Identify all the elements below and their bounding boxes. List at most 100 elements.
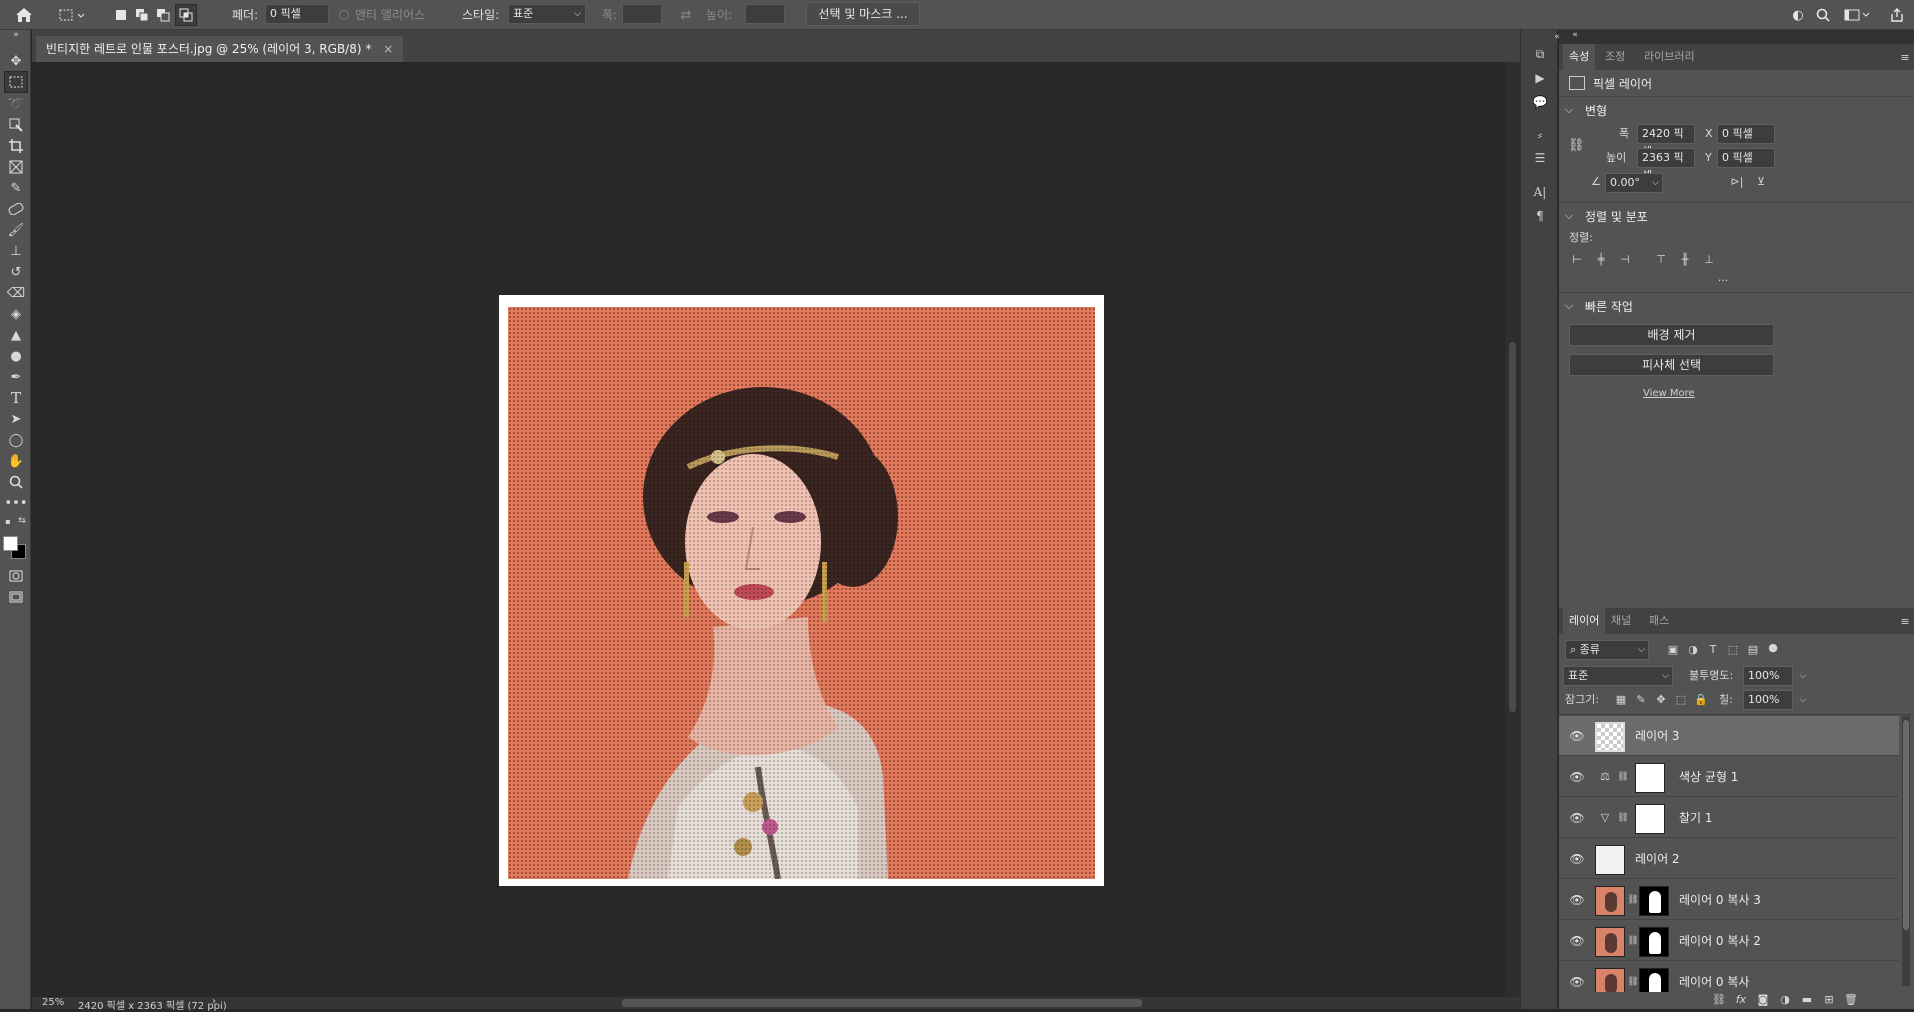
visibility-eye-icon[interactable]: 👁: [1569, 810, 1585, 826]
brush-tool-icon[interactable]: 🖌: [4, 219, 28, 241]
style-select[interactable]: 표준 ⌵: [508, 4, 586, 24]
more-options-icon[interactable]: ...: [1715, 270, 1731, 286]
search-icon[interactable]: [1812, 5, 1834, 25]
link-dimensions-icon[interactable]: ⛓: [1568, 138, 1585, 154]
filter-smartobject-icon[interactable]: ▤: [1745, 642, 1761, 658]
path-select-tool-icon[interactable]: ➤: [4, 408, 28, 430]
chevron-down-icon[interactable]: ⌵: [1561, 208, 1577, 224]
canvas-area[interactable]: [32, 62, 1505, 997]
tab-properties[interactable]: 속성: [1563, 44, 1596, 70]
new-group-icon[interactable]: ▬: [1799, 992, 1815, 1008]
lock-transparency-icon[interactable]: ▦: [1613, 692, 1629, 708]
align-right-icon[interactable]: ⊣: [1617, 252, 1633, 268]
panel-menu-icon[interactable]: ≡: [1897, 614, 1913, 630]
chevron-down-icon[interactable]: ⌵: [1795, 668, 1811, 684]
blur-tool-icon[interactable]: ▲: [4, 324, 28, 346]
tab-adjustments[interactable]: 조정: [1599, 44, 1631, 70]
panel-menu-icon[interactable]: ≡: [1897, 50, 1913, 66]
layer-name[interactable]: 레이어 3: [1635, 716, 1680, 756]
workspace-icon[interactable]: [1842, 5, 1872, 25]
select-subject-button[interactable]: 피사체 선택: [1569, 354, 1774, 376]
align-hcenter-icon[interactable]: ╪: [1593, 252, 1609, 268]
eyedropper-tool-icon[interactable]: ✎: [4, 177, 28, 199]
tab-layers[interactable]: 레이어: [1563, 608, 1606, 634]
lasso-tool-icon[interactable]: ➰: [4, 93, 28, 115]
lock-artboard-icon[interactable]: ⬚: [1673, 692, 1689, 708]
comments-icon[interactable]: 💬: [1530, 92, 1550, 112]
eraser-tool-icon[interactable]: ⌫: [4, 282, 28, 304]
home-icon[interactable]: [12, 4, 36, 26]
layer-row[interactable]: 👁 ⛓ 레이어 0 복사 2: [1559, 921, 1899, 961]
angle-field[interactable]: 0.00° ⌵: [1605, 173, 1663, 193]
more-tools-icon[interactable]: •••: [4, 492, 28, 514]
layers-scroll-thumb[interactable]: [1903, 720, 1909, 930]
dodge-tool-icon[interactable]: ●: [4, 345, 28, 367]
swap-icon[interactable]: ⇄: [676, 6, 696, 24]
healing-brush-tool-icon[interactable]: [4, 198, 28, 220]
chevron-down-icon[interactable]: ⌵: [1795, 692, 1811, 708]
width-input[interactable]: [622, 4, 662, 24]
remove-background-button[interactable]: 배경 제거: [1569, 324, 1774, 346]
object-select-tool-icon[interactable]: [4, 114, 28, 136]
status-arrow-icon[interactable]: ›: [212, 996, 216, 1007]
pen-tool-icon[interactable]: ✒: [4, 366, 28, 388]
delete-layer-icon[interactable]: 🗑: [1843, 992, 1859, 1008]
layer-name[interactable]: 찰기 1: [1679, 798, 1713, 838]
frame-tool-icon[interactable]: [4, 156, 28, 178]
history-brush-tool-icon[interactable]: ↺: [4, 261, 28, 283]
hand-tool-icon[interactable]: ✋: [4, 450, 28, 472]
actions-play-icon[interactable]: ▶: [1530, 68, 1550, 88]
intersect-selection-icon[interactable]: [175, 4, 197, 26]
chevron-down-icon[interactable]: ⌵: [1561, 298, 1577, 314]
fill-field[interactable]: 100%: [1743, 690, 1793, 710]
adjustment-sliders-icon[interactable]: ☰: [1530, 148, 1550, 168]
flip-vertical-icon[interactable]: ⊻: [1753, 174, 1769, 190]
layers-scrollbar[interactable]: [1902, 716, 1910, 986]
filter-adjustment-icon[interactable]: ◑: [1685, 642, 1701, 658]
history-icon[interactable]: ⧉: [1530, 44, 1550, 64]
marquee-preset-icon[interactable]: [56, 5, 90, 25]
layer-name[interactable]: 색상 균형 1: [1679, 757, 1738, 797]
document-tab[interactable]: 빈티지한 레트로 인물 포스터.jpg @ 25% (레이어 3, RGB/8)…: [36, 36, 404, 62]
align-vcenter-icon[interactable]: ╫: [1677, 252, 1693, 268]
foreground-color-swatch[interactable]: [3, 536, 18, 551]
feather-input[interactable]: 0 픽셀: [265, 4, 329, 24]
filter-type-icon[interactable]: T: [1705, 642, 1721, 658]
layer-filter-select[interactable]: ⌕ 종류 ⌵: [1565, 640, 1649, 660]
close-icon[interactable]: ×: [383, 42, 393, 56]
lock-position-icon[interactable]: ✥: [1653, 692, 1669, 708]
stamp-tool-icon[interactable]: ⊥: [4, 240, 28, 262]
layer-row[interactable]: 👁 레이어 3: [1559, 716, 1899, 756]
horizontal-scroll-thumb[interactable]: [622, 999, 1142, 1007]
paragraph-icon[interactable]: ¶: [1530, 206, 1550, 226]
layer-name[interactable]: 레이어 0 복사 2: [1679, 921, 1761, 961]
brushes-icon[interactable]: ⸗: [1530, 125, 1550, 145]
width-field[interactable]: 2420 픽셀: [1637, 124, 1695, 158]
type-tool-icon[interactable]: T: [4, 387, 28, 409]
layer-row[interactable]: 👁 ⚖ ⛓ 색상 균형 1: [1559, 757, 1899, 797]
visibility-eye-icon[interactable]: 👁: [1569, 974, 1585, 990]
height-field[interactable]: 2363 픽셀: [1637, 148, 1695, 182]
fx-icon[interactable]: fx: [1733, 992, 1749, 1008]
marquee-tool-icon[interactable]: [4, 71, 28, 93]
opacity-field[interactable]: 100%: [1743, 666, 1793, 686]
new-adjustment-icon[interactable]: ◑: [1777, 992, 1793, 1008]
view-more-link[interactable]: View More: [1643, 388, 1695, 399]
add-selection-icon[interactable]: [133, 6, 151, 24]
visibility-eye-icon[interactable]: 👁: [1569, 728, 1585, 744]
tab-paths[interactable]: 패스: [1643, 608, 1675, 634]
layer-row[interactable]: 👁 ▽ ⛓ 찰기 1: [1559, 798, 1899, 838]
select-and-mask-button[interactable]: 선택 및 마스크 ...: [806, 2, 920, 26]
character-icon[interactable]: A|: [1530, 182, 1550, 202]
collapse-icon[interactable]: »: [4, 30, 28, 40]
lock-image-icon[interactable]: ✎: [1633, 692, 1649, 708]
swap-colors-icon[interactable]: ⇆: [16, 515, 28, 527]
filter-shape-icon[interactable]: ⬚: [1725, 642, 1741, 658]
y-field[interactable]: 0 픽셀: [1717, 148, 1775, 168]
layer-row[interactable]: 👁 레이어 2: [1559, 839, 1899, 879]
visibility-eye-icon[interactable]: 👁: [1569, 769, 1585, 785]
tab-libraries[interactable]: 라이브러리: [1638, 44, 1701, 70]
learn-icon[interactable]: ◐: [1786, 5, 1810, 25]
layer-name[interactable]: 레이어 2: [1635, 839, 1680, 879]
layer-row[interactable]: 👁 ⛓ 레이어 0 복사 3: [1559, 880, 1899, 920]
